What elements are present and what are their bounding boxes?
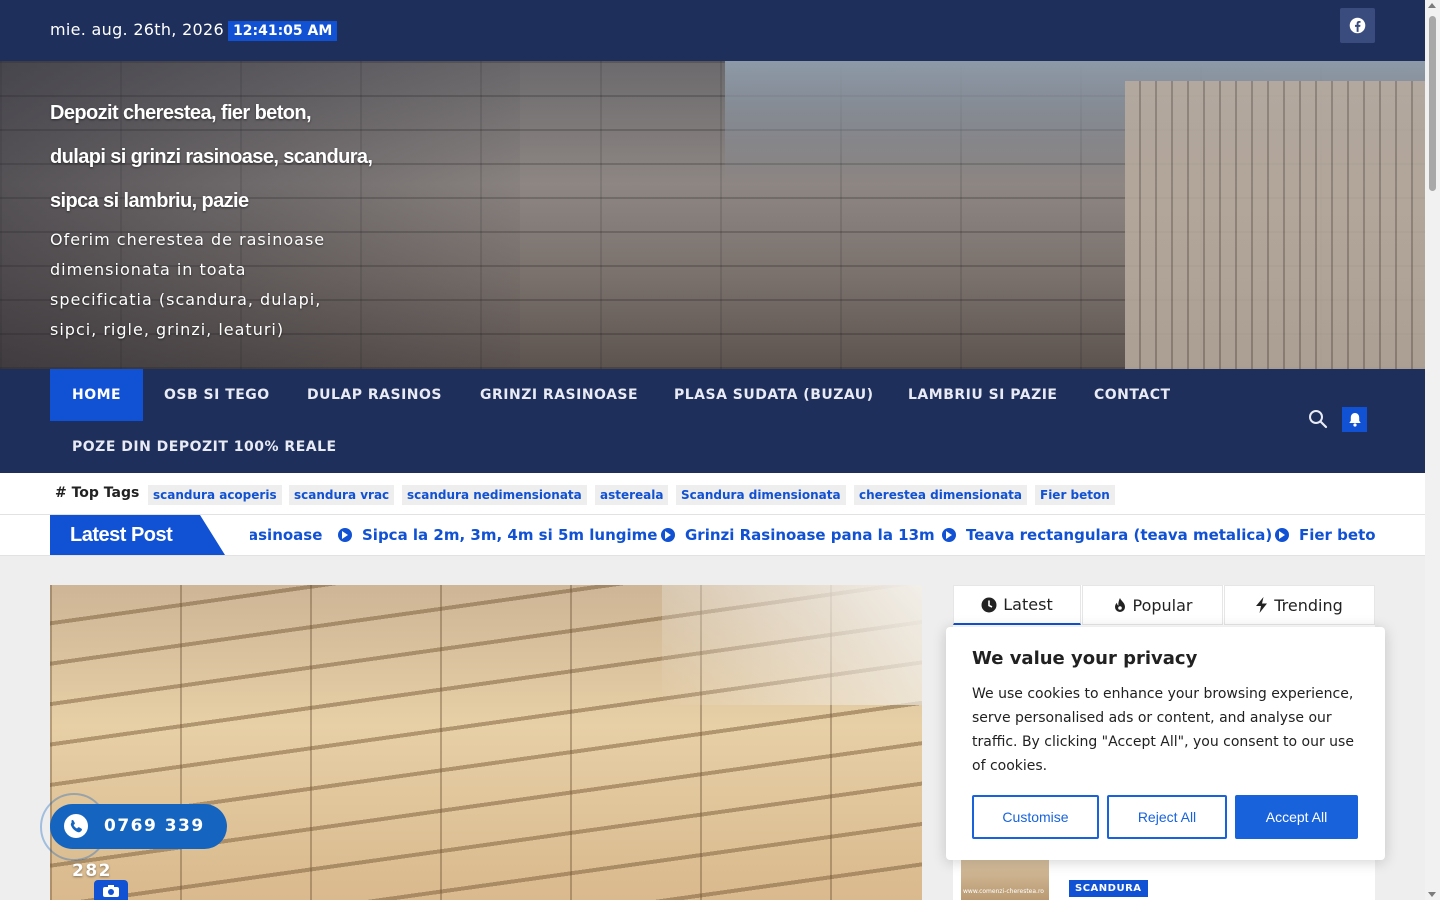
customise-button[interactable]: Customise [972,795,1099,839]
arrow-circle-icon [338,528,352,542]
notification-button[interactable] [1342,407,1367,432]
ticker-item[interactable]: asinoase [250,526,322,544]
search-icon [1309,410,1328,429]
thumbnail-watermark: www.comenzi-cherestea.ro [963,888,1044,895]
ticker-item[interactable]: Teava rectangulara (teava metalica) [942,526,1272,544]
phone-number[interactable]: 0769 339 [104,816,205,836]
tab-popular[interactable]: Popular [1082,585,1223,625]
scroll-down-icon[interactable] [1428,892,1436,897]
featured-post-image[interactable] [50,585,922,900]
nav-item-plasa-sudata[interactable]: PLASA SUDATA (BUZAU) [652,369,896,421]
bolt-icon [1256,597,1268,613]
top-bar: mie. aug. 26th, 2026 12:41:05 AM [0,0,1425,61]
site-description: Oferim cherestea de rasinoase dimensiona… [50,230,326,339]
ticker-item[interactable]: Grinzi Rasinoase pana la 13m [661,526,935,544]
ticker-track: asinoase Sipca la 2m, 3m, 4m si 5m lungi… [250,515,1375,555]
main-navigation: HOME OSB SI TEGO DULAP RASINOS GRINZI RA… [0,369,1425,473]
tag-link[interactable]: scandura acoperis [148,485,282,505]
scroll-up-icon[interactable] [1428,3,1436,8]
arrow-circle-icon [942,528,956,542]
cookie-consent-dialog: We value your privacy We use cookies to … [946,627,1385,860]
nav-item-poze-din-depozit[interactable]: POZE DIN DEPOZIT 100% REALE [50,421,359,473]
nav-item-dulap-rasinos[interactable]: DULAP RASINOS [285,369,464,421]
accept-all-button[interactable]: Accept All [1235,795,1358,839]
tag-link[interactable]: scandura nedimensionata [402,485,587,505]
tag-link[interactable]: Fier beton [1035,485,1115,505]
tag-link[interactable]: scandura vrac [289,485,395,505]
camera-icon [103,885,119,897]
nav-item-contact[interactable]: CONTACT [1072,369,1193,421]
facebook-icon [1349,17,1366,34]
site-title[interactable]: Depozit cherestea, fier beton, dulapi si… [50,91,410,223]
search-button[interactable] [1308,409,1330,431]
nav-item-home[interactable]: HOME [50,369,144,421]
page-scrollbar[interactable] [1425,0,1440,900]
nav-item-osb-si-tego[interactable]: OSB SI TEGO [142,369,292,421]
tab-latest[interactable]: Latest [953,585,1081,625]
arrow-circle-icon [661,528,675,542]
cookie-text: We use cookies to enhance your browsing … [972,686,1354,774]
nav-item-grinzi-rasinoase[interactable]: GRINZI RASINOASE [458,369,660,421]
current-time: 12:41:05 AM [228,21,338,41]
site-title-line: dulapi si grinzi rasinoase, scandura, [50,146,373,168]
ticker-item[interactable]: Sipca la 2m, 3m, 4m si 5m lungime [338,526,657,544]
tag-link[interactable]: Scandura dimensionata [676,485,846,505]
phone-number-continued[interactable]: 282 [72,861,112,881]
clock-icon [981,597,997,612]
arrow-circle-icon [1275,528,1289,542]
nav-item-lambriu-si-pazie[interactable]: LAMBRIU SI PAZIE [886,369,1080,421]
tag-link[interactable]: astereala [595,485,669,505]
category-badge[interactable]: SCANDURA [1069,880,1148,897]
top-tags-bar: # Top Tags scandura acoperis scandura vr… [0,473,1425,515]
scrollbar-thumb[interactable] [1429,16,1436,191]
site-title-line: sipca si lambriu, pazie [50,190,249,212]
phone-icon[interactable] [57,807,95,845]
site-title-line: Depozit cherestea, fier beton, [50,102,312,124]
facebook-button[interactable] [1340,8,1375,43]
cookie-title: We value your privacy [972,648,1198,669]
gallery-button[interactable] [94,880,128,900]
current-date: mie. aug. 26th, 2026 [50,20,224,39]
bell-icon [1348,413,1361,427]
tab-trending[interactable]: Trending [1224,585,1375,625]
fire-icon [1114,598,1125,612]
post-thumbnail[interactable]: www.comenzi-cherestea.ro [961,860,1049,900]
reject-all-button[interactable]: Reject All [1107,795,1227,839]
ticker-item[interactable]: Fier beton [1275,526,1375,544]
latest-post-ticker: Latest Post asinoase Sipca la 2m, 3m, 4m… [0,515,1425,556]
tag-link[interactable]: cherestea dimensionata [854,485,1028,505]
top-tags-label: # Top Tags [55,485,140,501]
latest-post-label: Latest Post [50,515,225,555]
